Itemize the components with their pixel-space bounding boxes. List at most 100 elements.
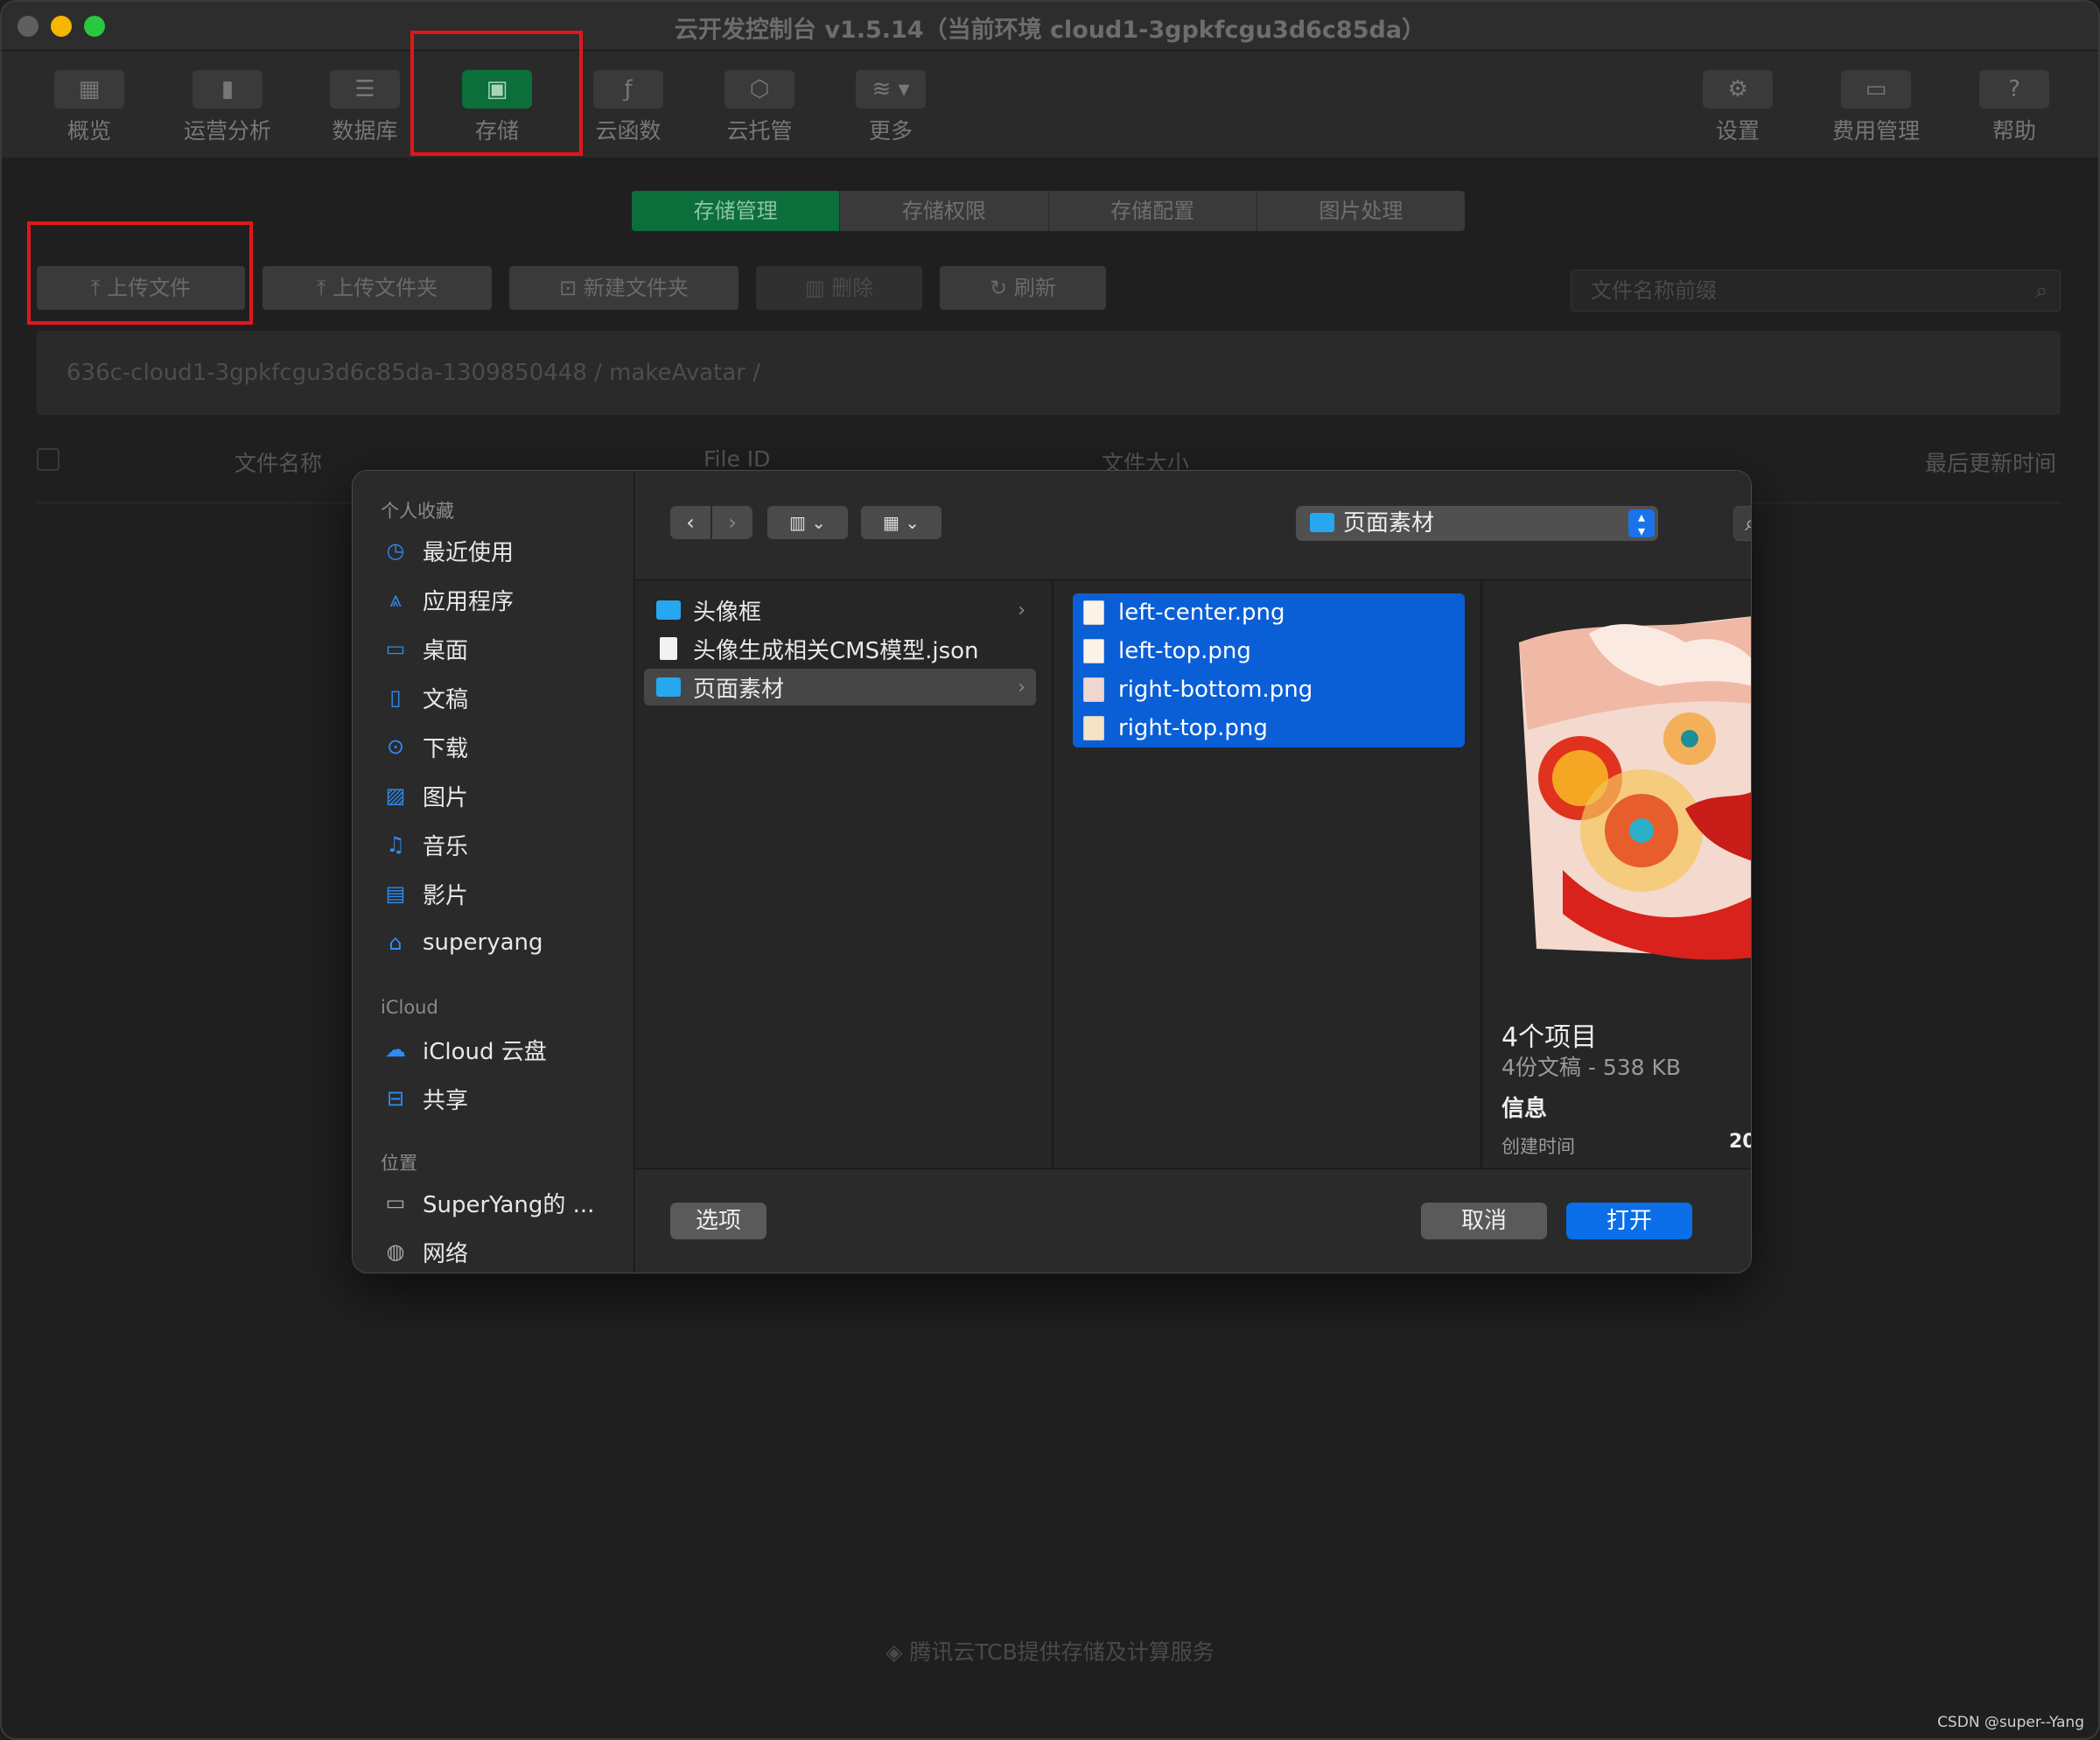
column-header-file-id: File ID [704, 446, 771, 472]
image-thumbnail-icon [1083, 677, 1104, 702]
gear-icon: ⚙ [1703, 70, 1773, 109]
document-icon [660, 637, 677, 660]
database-icon: ☰ [330, 70, 400, 109]
folder-select-value: 页面素材 [1343, 510, 1435, 537]
list-item-image[interactable]: right-bottom.png [1083, 670, 1312, 709]
chevron-right-icon: › [728, 510, 737, 535]
refresh-button[interactable]: ↻ 刷新 [940, 266, 1106, 310]
sidebar-item-desktop[interactable]: ▭ 桌面 [381, 631, 468, 666]
preview-created-value: 20 [1729, 1131, 1751, 1153]
back-button[interactable]: ‹ [670, 506, 710, 539]
sidebar-item-computer[interactable]: ▭ SuperYang的 ... [381, 1185, 595, 1220]
toolbar-label: 概览 [66, 118, 111, 144]
search-icon: ⌕ [2035, 278, 2048, 303]
chevron-down-icon: ⌄ [811, 512, 827, 533]
toolbar-label: 云函数 [595, 118, 662, 144]
list-item-image[interactable]: right-top.png [1083, 709, 1268, 747]
file-open-dialog: 个人收藏 ◷ 最近使用 ⩓ 应用程序 ▭ 桌面 ▯ 文稿 ⊙ 下载 ▨ 图片 ♫ 音乐 ▤ 影片… [352, 470, 1752, 1273]
delete-button[interactable]: ▥ 删除 [756, 266, 922, 310]
new-folder-icon: ⊡ [559, 276, 584, 300]
sidebar-item-downloads[interactable]: ⊙ 下载 [381, 729, 468, 764]
options-button[interactable]: 选项 [670, 1203, 766, 1239]
toolbar-more[interactable]: ≋ ▾ 更多 [843, 70, 939, 145]
tab-image-processing[interactable]: 图片处理 [1257, 191, 1465, 231]
clock-icon: ◷ [386, 538, 405, 563]
highlight-box-upload [27, 221, 253, 325]
window-title: 云开发控制台 v1.5.14（当前环境 cloud1-3gpkfcgu3d6c8… [674, 17, 1426, 44]
list-item-folder[interactable]: 头像框 › [644, 592, 1036, 628]
watermark: CSDN @super--Yang [1937, 1714, 2084, 1731]
refresh-icon: ↻ [990, 276, 1014, 300]
tab-storage-permissions[interactable]: 存储权限 [840, 191, 1049, 231]
toolbar-billing[interactable]: ▭ 费用管理 [1828, 70, 1924, 145]
toolbar-settings[interactable]: ⚙ 设置 [1690, 70, 1786, 145]
cancel-button[interactable]: 取消 [1421, 1203, 1547, 1239]
folder-icon [656, 600, 681, 620]
laptop-icon: ▭ [385, 1190, 406, 1215]
folder-icon [1310, 513, 1334, 532]
search-icon: ⌕ [1745, 507, 1751, 540]
main-toolbar: ▦ 概览 ▮ 运营分析 ☰ 数据库 ▣ 存储 ƒ 云函数 ⬡ 云托管 ≋ ▾ 更… [2, 51, 2098, 158]
sidebar-item-icloud-drive[interactable]: ☁ iCloud 云盘 [381, 1032, 547, 1067]
preview-image [1519, 616, 1751, 960]
footer: ◈ 腾讯云TCB提供存储及计算服务 [2, 1635, 2098, 1666]
list-item-file[interactable]: 头像生成相关CMS模型.json [644, 630, 1036, 667]
column-view-button[interactable]: ▥ ⌄ [767, 506, 848, 539]
sidebar-item-label: 桌面 [423, 637, 469, 664]
tcb-logo-icon: ◈ [886, 1639, 910, 1665]
icloud-title: iCloud [381, 997, 438, 1018]
dialog-footer: 选项 取消 打开 [635, 1168, 1751, 1273]
upload-folder-button[interactable]: ⤒ 上传文件夹 [262, 266, 492, 310]
sidebar-item-shared[interactable]: ⊟ 共享 [381, 1081, 468, 1116]
file-prefix-search[interactable]: 文件名称前缀 ⌕ [1571, 270, 2061, 312]
sidebar-item-movies[interactable]: ▤ 影片 [381, 876, 468, 911]
toolbar-analytics[interactable]: ▮ 运营分析 [179, 70, 276, 145]
sidebar-item-network[interactable]: ◍ 网络 [381, 1234, 469, 1269]
toolbar-label: 费用管理 [1831, 118, 1920, 144]
sidebar-item-home[interactable]: ⌂ superyang [381, 925, 542, 960]
list-item-label: right-top.png [1118, 715, 1268, 741]
title-bar: 云开发控制台 v1.5.14（当前环境 cloud1-3gpkfcgu3d6c8… [2, 2, 2098, 51]
globe-icon: ◍ [386, 1239, 405, 1264]
sidebar-item-label: 网络 [423, 1240, 469, 1267]
dialog-search-input[interactable]: ⌕ 搜索 [1733, 506, 1751, 541]
toolbar-label: 云托管 [726, 118, 793, 144]
help-icon: ? [1979, 70, 2049, 109]
select-all-checkbox[interactable] [37, 448, 60, 471]
browser-column-1: 头像框 › 头像生成相关CMS模型.json 页面素材 › [635, 581, 1054, 1168]
list-item-label: 页面素材 [693, 676, 785, 703]
image-thumbnail-icon [1083, 600, 1104, 625]
list-item-image[interactable]: left-top.png [1083, 632, 1251, 670]
toolbar-help[interactable]: ? 帮助 [1966, 70, 2062, 145]
sidebar-item-recents[interactable]: ◷ 最近使用 [381, 533, 514, 568]
group-view-button[interactable]: ▦ ⌄ [861, 506, 942, 539]
sidebar-item-music[interactable]: ♫ 音乐 [381, 827, 468, 862]
column-header-filename: 文件名称 [234, 451, 323, 476]
sidebar-item-documents[interactable]: ▯ 文稿 [381, 680, 468, 715]
toolbar-label: 设置 [1715, 118, 1760, 144]
image-thumbnail-icon [1083, 716, 1104, 740]
toolbar-cloud-hosting[interactable]: ⬡ 云托管 [711, 70, 808, 145]
toolbar-overview[interactable]: ▦ 概览 [41, 70, 137, 145]
sidebar-item-label: 下载 [423, 735, 469, 762]
preview-count: 4个项目 [1502, 1022, 1598, 1053]
trash-icon: ▥ [804, 276, 832, 300]
new-folder-button[interactable]: ⊡ 新建文件夹 [509, 266, 738, 310]
toolbar-cloud-functions[interactable]: ƒ 云函数 [580, 70, 676, 145]
toolbar-database[interactable]: ☰ 数据库 [317, 70, 413, 145]
tab-storage-config[interactable]: 存储配置 [1049, 191, 1257, 231]
list-item-folder-selected[interactable]: 页面素材 › [644, 669, 1036, 705]
chevron-down-icon: ⌄ [905, 512, 920, 533]
new-folder-label: 新建文件夹 [583, 276, 689, 300]
sidebar-item-pictures[interactable]: ▨ 图片 [381, 778, 468, 813]
chevron-right-icon: › [1018, 599, 1026, 621]
function-icon: ƒ [593, 70, 663, 109]
open-button[interactable]: 打开 [1566, 1203, 1692, 1239]
forward-button[interactable]: › [712, 506, 752, 539]
folder-select[interactable]: 页面素材 ▴ ▾ [1296, 506, 1658, 541]
list-item-image[interactable]: left-center.png [1083, 593, 1285, 632]
grid-icon: ▦ [882, 512, 900, 533]
chevron-right-icon: › [1018, 676, 1026, 698]
sidebar-item-applications[interactable]: ⩓ 应用程序 [381, 582, 514, 617]
tab-storage-management[interactable]: 存储管理 [632, 191, 841, 231]
